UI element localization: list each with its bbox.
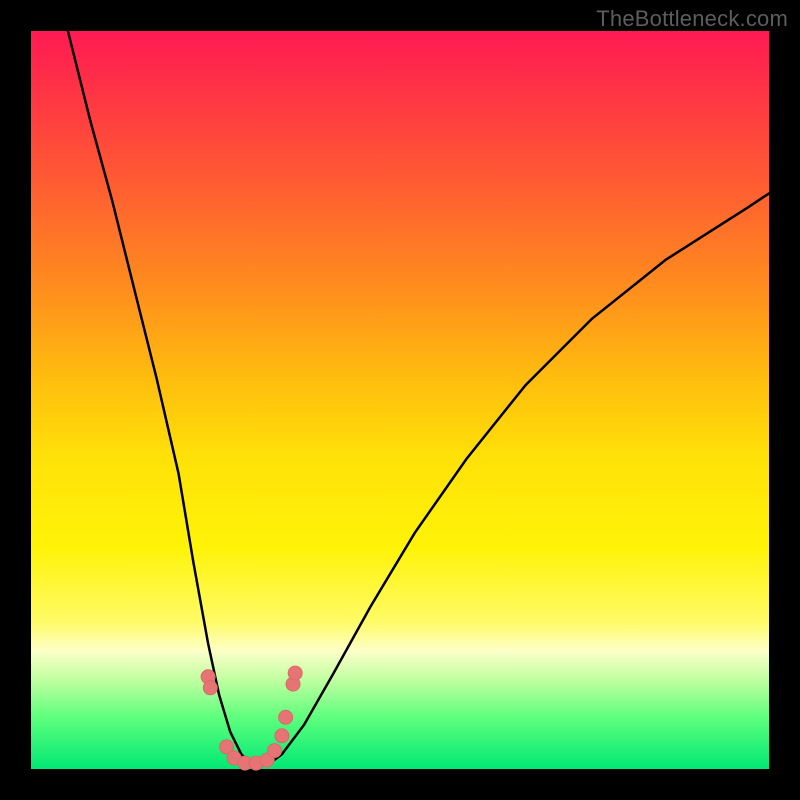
bottleneck-curve xyxy=(68,31,769,765)
plot-area xyxy=(31,31,769,769)
bottleneck-curve-svg xyxy=(31,31,769,769)
watermark-text: TheBottleneck.com xyxy=(596,6,788,32)
chart-frame: TheBottleneck.com xyxy=(0,0,800,800)
